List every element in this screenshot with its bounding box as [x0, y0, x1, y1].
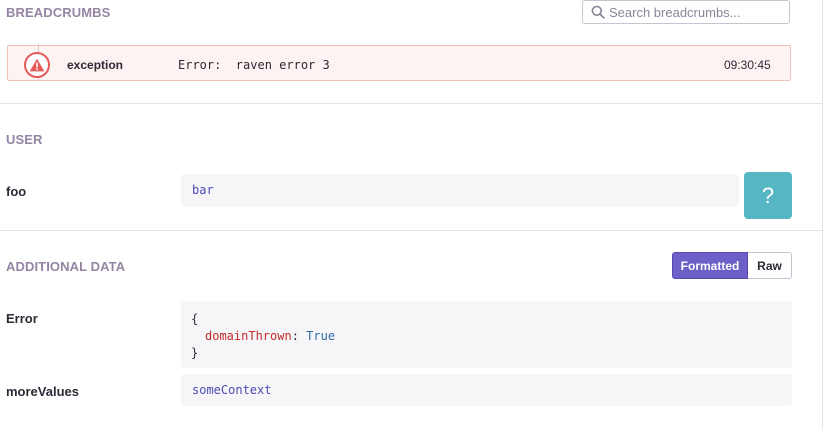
panel-border — [822, 0, 823, 429]
json-value: True — [306, 329, 336, 343]
raw-button[interactable]: Raw — [748, 252, 792, 279]
additional-value-morevalues: someContext — [181, 374, 792, 406]
user-title: USER — [6, 132, 43, 147]
additional-key-morevalues: moreValues — [6, 384, 79, 399]
breadcrumb-time: 09:30:45 — [724, 58, 771, 72]
additional-data-title: ADDITIONAL DATA — [6, 259, 126, 274]
user-key-foo: foo — [6, 184, 27, 199]
breadcrumb-search[interactable] — [582, 0, 790, 24]
json-close-brace: } — [191, 346, 199, 360]
section-divider — [0, 230, 823, 231]
formatted-button[interactable]: Formatted — [672, 252, 748, 279]
search-icon — [591, 5, 605, 19]
json-entry: domainThrown: True — [205, 329, 335, 343]
json-colon: : — [291, 329, 299, 343]
json-key: domainThrown — [205, 329, 292, 343]
breadcrumbs-title: BREADCRUMBS — [6, 5, 111, 20]
view-toggle: Formatted Raw — [672, 252, 792, 279]
additional-key-error: Error — [6, 311, 38, 326]
user-value-foo: bar — [181, 174, 739, 207]
json-open-brace: { — [191, 312, 199, 326]
breadcrumb-item[interactable] — [7, 45, 791, 81]
help-button[interactable]: ? — [744, 172, 792, 219]
search-input[interactable] — [609, 4, 769, 20]
breadcrumb-message: Error: raven error 3 — [178, 58, 330, 72]
breadcrumb-category: exception — [67, 58, 124, 72]
warning-icon — [24, 52, 50, 78]
section-divider — [0, 103, 823, 104]
